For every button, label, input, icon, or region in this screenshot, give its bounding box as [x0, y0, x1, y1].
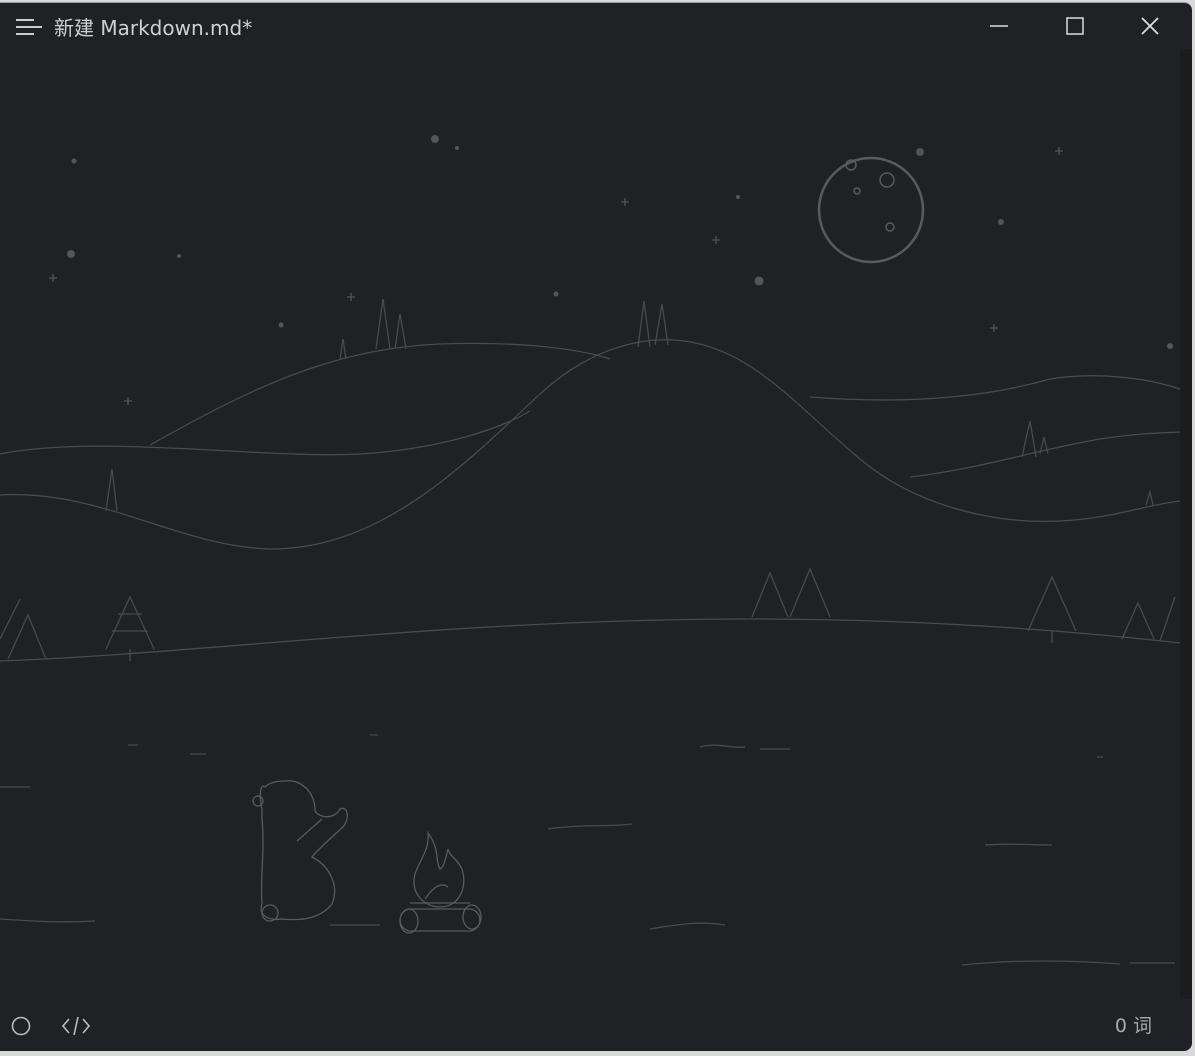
close-icon [1141, 17, 1159, 35]
code-icon [61, 1016, 91, 1036]
moon [817, 156, 925, 264]
status-bar: 0 词 [0, 1001, 1192, 1051]
sparkles [49, 147, 1063, 405]
window-title: 新建 Markdown.md* [54, 12, 252, 41]
campfire [399, 830, 482, 934]
circle-icon [11, 1016, 31, 1036]
app-window: 新建 Markdown.md* 0 词 [0, 2, 1192, 1051]
modified-marker: * [242, 15, 253, 40]
grass [0, 734, 1175, 966]
title-bar: 新建 Markdown.md* [0, 3, 1192, 49]
file-name: 新建 Markdown.md [54, 15, 243, 40]
hills [0, 339, 1180, 662]
minimize-button[interactable] [964, 3, 1034, 49]
maximize-button[interactable] [1040, 3, 1110, 49]
maximize-icon [1066, 17, 1084, 35]
empty-document-illustration [0, 135, 1180, 966]
close-button[interactable] [1115, 3, 1185, 49]
word-count[interactable]: 0 词 [1115, 1011, 1152, 1038]
minimize-icon [990, 25, 1008, 27]
stars [67, 135, 1173, 349]
scrollbar[interactable] [1180, 49, 1192, 999]
menu-icon[interactable] [16, 16, 42, 36]
bear [252, 780, 348, 922]
source-code-mode-button[interactable] [61, 1015, 91, 1041]
outline-toggle-button[interactable] [11, 1015, 33, 1041]
